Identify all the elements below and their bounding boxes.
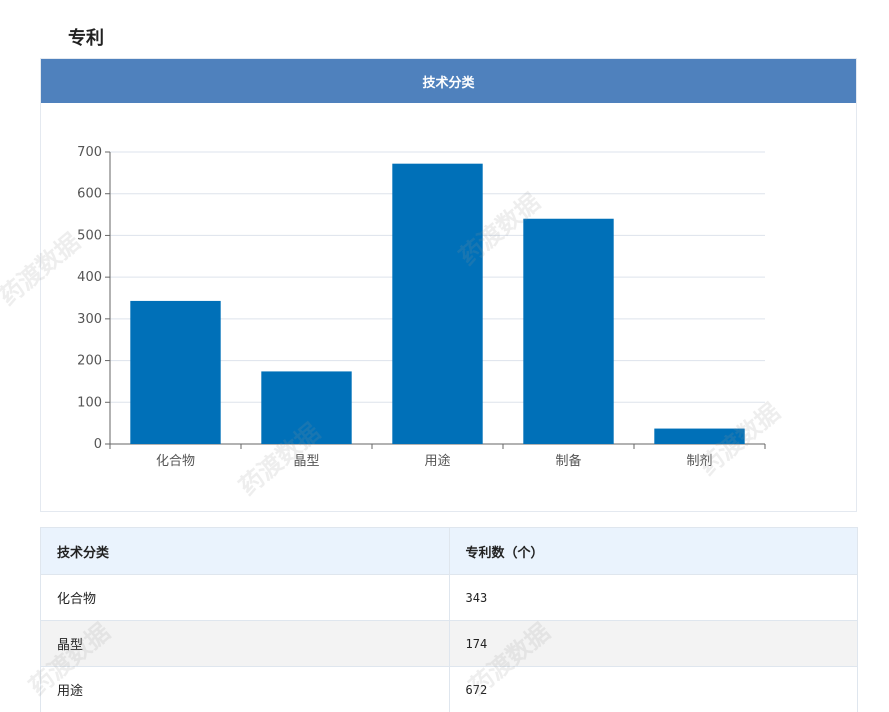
table-cell-count: 343: [448, 574, 858, 621]
y-tick-label: 0: [94, 437, 102, 452]
chart-header: 技术分类: [41, 59, 856, 103]
y-tick-label: 400: [77, 270, 102, 285]
chart-card: 技术分类 0 100 200 300 400 500 600 700 化合物 晶型 用途 制备 制剂: [40, 58, 857, 512]
x-tick-label: 制备: [555, 453, 581, 469]
table-cell-count: 174: [448, 620, 858, 667]
table-cell-category: 晶型: [40, 620, 450, 667]
table-header-category: 技术分类: [40, 527, 450, 575]
table-row: 晶型 174: [40, 620, 858, 667]
bar-chart: 0 100 200 300 400 500 600 700 化合物 晶型 用途 制备 制剂: [77, 145, 766, 469]
table-row: 化合物 343: [40, 574, 858, 621]
section-title: 专利: [68, 28, 104, 49]
x-tick-label: 化合物: [156, 454, 195, 469]
table-header-count: 专利数（个）: [448, 527, 858, 575]
table-cell-count: 672: [448, 666, 858, 712]
table-header-row: 技术分类 专利数（个）: [40, 527, 858, 575]
x-tick-label: 晶型: [293, 454, 319, 469]
patent-table: 技术分类 专利数（个） 化合物 343 晶型 174 用途 672: [40, 527, 858, 712]
table-cell-category: 化合物: [40, 574, 450, 621]
bar-2: [261, 371, 352, 444]
bar-4: [523, 218, 614, 444]
x-tick-label: 制剂: [686, 454, 712, 469]
y-tick-label: 100: [77, 395, 102, 410]
y-tick-label: 600: [77, 187, 102, 202]
bar-5: [654, 428, 745, 444]
table-cell-category: 用途: [40, 666, 450, 712]
y-tick-label: 700: [77, 145, 102, 160]
patent-page: 专利 技术分类 0 100 200 300 400 500 600 700 化合物 晶型 用途 制备制…: [0, 0, 889, 712]
y-tick-label: 300: [77, 312, 102, 327]
table-row: 用途 672: [40, 666, 858, 712]
bar-3: [392, 163, 483, 444]
y-tick-label: 500: [77, 228, 102, 243]
x-tick-label: 用途: [424, 453, 450, 469]
patent-table-wrap: 技术分类 专利数（个） 化合物 343 晶型 174 用途 672: [40, 527, 858, 712]
bar-1: [130, 300, 221, 444]
y-tick-label: 200: [77, 354, 102, 369]
